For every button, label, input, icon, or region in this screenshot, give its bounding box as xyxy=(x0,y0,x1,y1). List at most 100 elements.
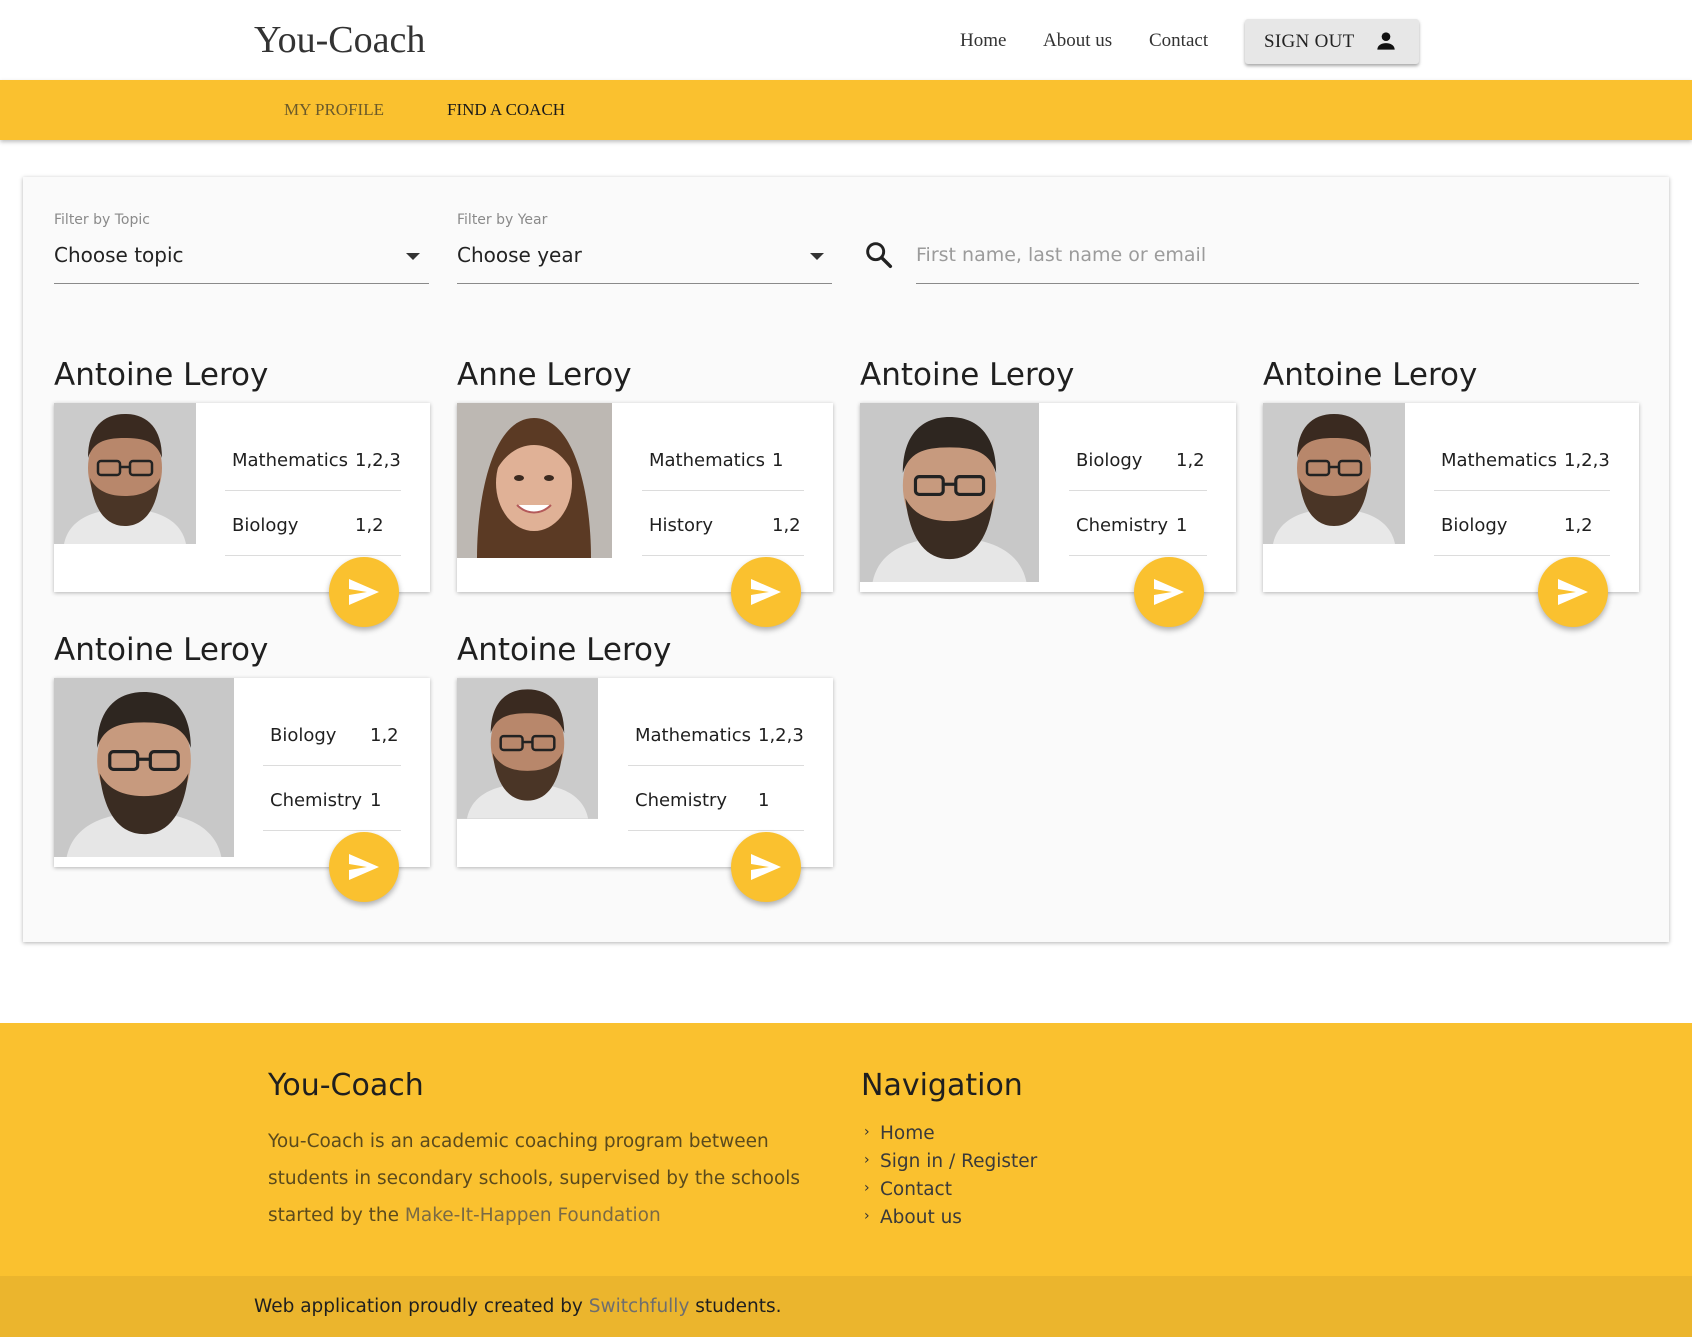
topic-years: 1 xyxy=(1176,515,1188,536)
footer-link-about-us[interactable]: › About us xyxy=(864,1207,962,1228)
search-placeholder: First name, last name or email xyxy=(916,244,1207,266)
topic-name: Biology xyxy=(232,515,299,536)
topic-filter-value: Choose topic xyxy=(54,243,184,267)
coach-photo xyxy=(54,678,234,857)
coach-name: Antoine Leroy xyxy=(54,632,269,668)
coach-card: Mathematics 1,2,3 Chemistry 1 xyxy=(457,678,833,902)
topic-name: Chemistry xyxy=(270,790,363,811)
view-coach-button[interactable] xyxy=(1538,557,1608,627)
coach-photo xyxy=(457,678,598,819)
app-logo[interactable]: You-Coach xyxy=(254,18,425,62)
chevron-down-icon xyxy=(406,253,420,260)
foundation-link[interactable]: Make-It-Happen Foundation xyxy=(405,1205,661,1226)
footer: You-Coach You-Coach is an academic coach… xyxy=(0,1023,1692,1276)
topic-years: 1,2,3 xyxy=(1564,450,1610,471)
chevron-right-icon: › xyxy=(864,1124,870,1140)
credit-prefix: Web application proudly created by xyxy=(254,1296,589,1317)
view-coach-button[interactable] xyxy=(731,832,801,902)
topic-row: Chemistry 1 xyxy=(263,766,401,831)
switchfully-link[interactable]: Switchfully xyxy=(589,1296,690,1317)
tab-my-profile[interactable]: MY PROFILE xyxy=(284,100,384,120)
year-filter-label: Filter by Year xyxy=(457,212,548,228)
credit-text: Web application proudly created by Switc… xyxy=(254,1296,782,1317)
topic-row: Biology 1,2 xyxy=(1069,426,1207,491)
topic-row: Chemistry 1 xyxy=(628,766,804,831)
topic-row: Mathematics 1,2,3 xyxy=(1434,426,1610,491)
footer-link-label: Sign in / Register xyxy=(880,1151,1038,1172)
nav-home[interactable]: Home xyxy=(960,30,1006,52)
credit-suffix: students. xyxy=(689,1296,782,1317)
topic-row: Biology 1,2 xyxy=(225,491,401,556)
view-coach-button[interactable] xyxy=(329,557,399,627)
footer-description: You-Coach is an academic coaching progra… xyxy=(268,1123,828,1234)
topic-row: Mathematics 1,2,3 xyxy=(628,701,804,766)
chevron-right-icon: › xyxy=(864,1208,870,1224)
coach-card: Mathematics 1,2,3 Biology 1,2 xyxy=(1263,403,1639,627)
coach-name: Antoine Leroy xyxy=(1263,357,1478,393)
send-icon xyxy=(751,854,781,880)
footer-link-contact[interactable]: › Contact xyxy=(864,1179,952,1200)
topic-name: Mathematics xyxy=(232,450,348,471)
coach-photo xyxy=(1263,403,1405,544)
topic-name: Mathematics xyxy=(649,450,765,471)
bottom-credit-bar: Web application proudly created by Switc… xyxy=(0,1276,1692,1337)
topic-years: 1,2,3 xyxy=(758,725,804,746)
coach-name: Anne Leroy xyxy=(457,357,632,393)
topic-years: 1,2,3 xyxy=(355,450,401,471)
coach-card: Biology 1,2 Chemistry 1 xyxy=(860,403,1236,627)
tab-find-a-coach[interactable]: FIND A COACH xyxy=(447,100,565,120)
coach-card: Mathematics 1 History 1,2 xyxy=(457,403,833,627)
topic-row: Biology 1,2 xyxy=(1434,491,1610,556)
footer-title: You-Coach xyxy=(268,1068,424,1103)
coach-name: Antoine Leroy xyxy=(54,357,269,393)
search-underline xyxy=(916,283,1639,284)
topic-years: 1,2 xyxy=(1176,450,1205,471)
coach-card: Biology 1,2 Chemistry 1 xyxy=(54,678,430,902)
topic-years: 1 xyxy=(758,790,770,811)
view-coach-button[interactable] xyxy=(1134,557,1204,627)
topic-filter-underline xyxy=(54,283,429,284)
footer-link-sign-in[interactable]: › Sign in / Register xyxy=(864,1151,1037,1172)
topic-row: Mathematics 1,2,3 xyxy=(225,426,401,491)
person-icon xyxy=(1377,32,1395,50)
nav-contact[interactable]: Contact xyxy=(1149,30,1208,52)
topic-name: Chemistry xyxy=(635,790,728,811)
footer-link-label: Contact xyxy=(880,1179,952,1200)
view-coach-button[interactable] xyxy=(731,557,801,627)
chevron-right-icon: › xyxy=(864,1180,870,1196)
send-icon xyxy=(1558,579,1588,605)
send-icon xyxy=(1154,579,1184,605)
footer-link-label: Home xyxy=(880,1123,935,1144)
view-coach-button[interactable] xyxy=(329,832,399,902)
chevron-down-icon xyxy=(810,253,824,260)
sign-out-label: SIGN OUT xyxy=(1264,31,1355,52)
topic-name: History xyxy=(649,515,714,536)
search-icon[interactable] xyxy=(863,239,895,271)
footer-link-home[interactable]: › Home xyxy=(864,1123,935,1144)
year-filter-value: Choose year xyxy=(457,243,582,267)
topic-row: History 1,2 xyxy=(642,491,804,556)
topic-name: Biology xyxy=(270,725,337,746)
topic-row: Chemistry 1 xyxy=(1069,491,1207,556)
topic-name: Biology xyxy=(1441,515,1508,536)
nav-about-us[interactable]: About us xyxy=(1043,30,1112,52)
coach-photo xyxy=(54,403,196,544)
topic-name: Mathematics xyxy=(635,725,751,746)
topic-name: Biology xyxy=(1076,450,1143,471)
topic-row: Mathematics 1 xyxy=(642,426,804,491)
topic-years: 1,2 xyxy=(370,725,399,746)
topic-years: 1,2 xyxy=(1564,515,1593,536)
sign-out-button[interactable]: SIGN OUT xyxy=(1245,19,1419,64)
coach-name: Antoine Leroy xyxy=(860,357,1075,393)
top-header: You-Coach Home About us Contact SIGN OUT xyxy=(0,0,1692,80)
coach-card: Mathematics 1,2,3 Biology 1,2 xyxy=(54,403,430,627)
topic-years: 1,2 xyxy=(772,515,801,536)
topic-filter-label: Filter by Topic xyxy=(54,212,150,228)
topic-years: 1,2 xyxy=(355,515,384,536)
send-icon xyxy=(349,579,379,605)
footer-nav-title: Navigation xyxy=(861,1068,1023,1103)
send-icon xyxy=(349,854,379,880)
topic-years: 1 xyxy=(370,790,382,811)
topic-row: Biology 1,2 xyxy=(263,701,401,766)
coach-name: Antoine Leroy xyxy=(457,632,672,668)
